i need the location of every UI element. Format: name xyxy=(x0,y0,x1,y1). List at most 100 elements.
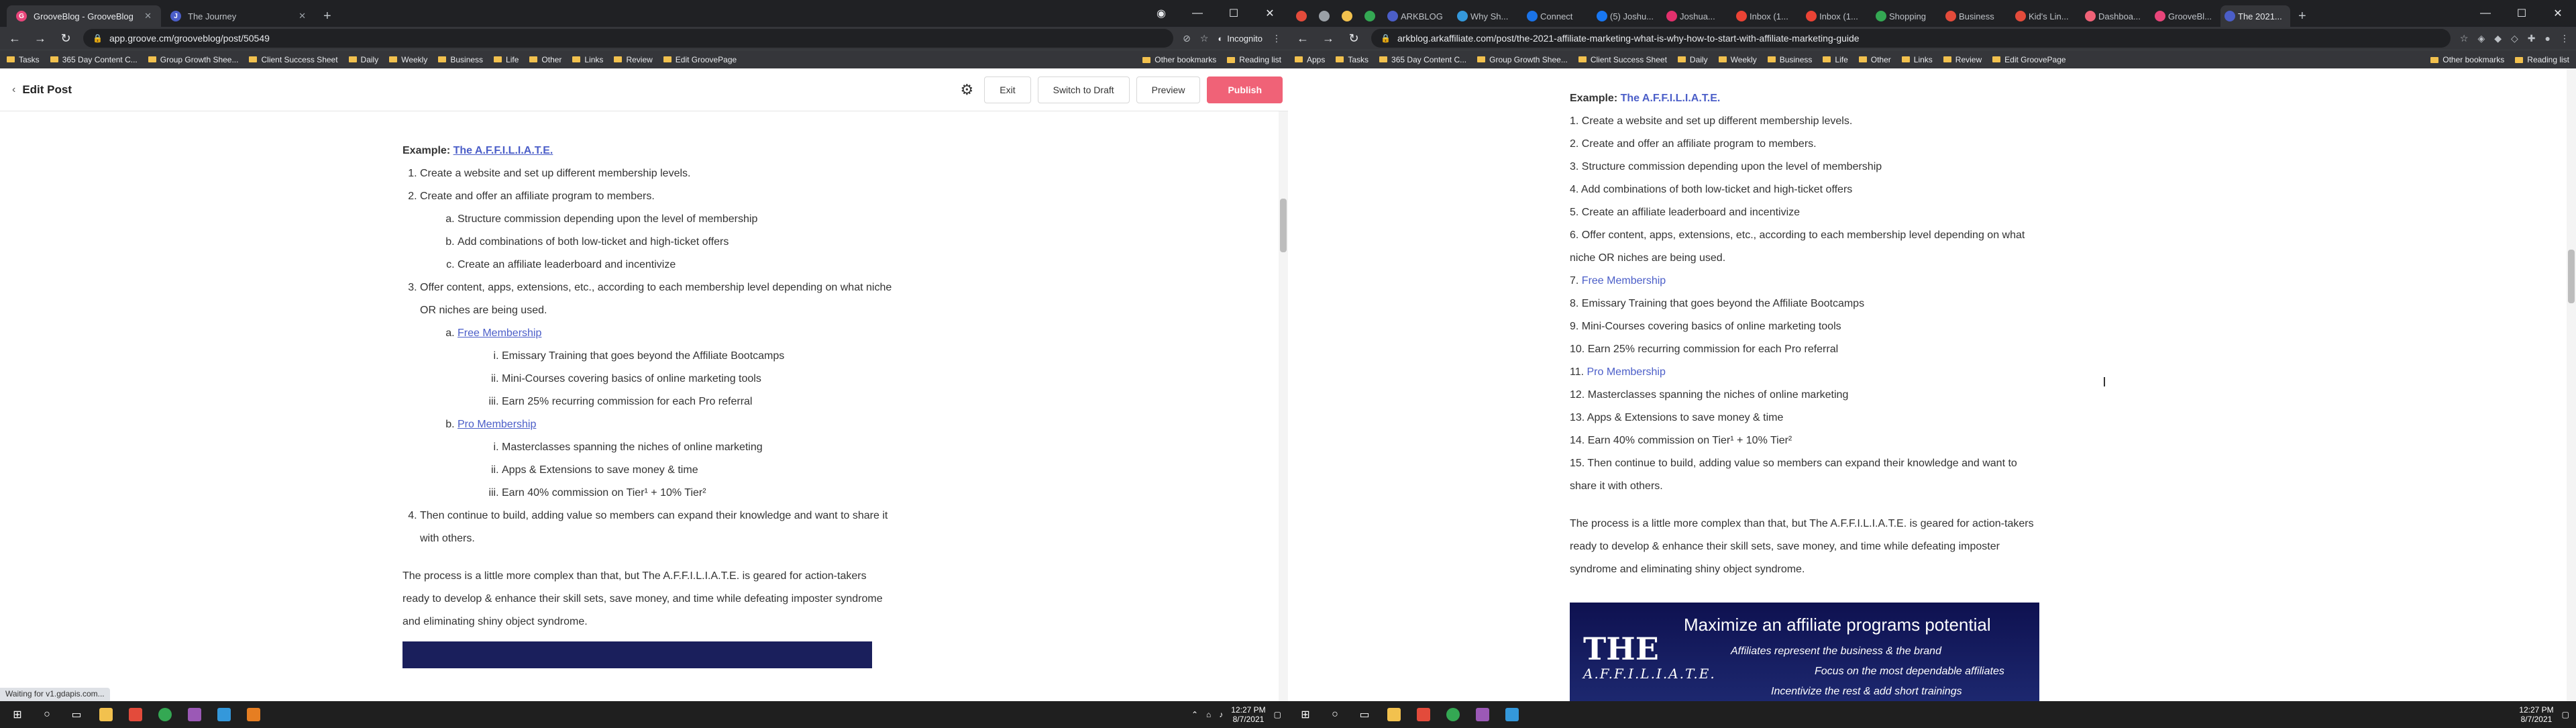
editor-scrollbar[interactable] xyxy=(1279,111,1288,701)
bookmark-item[interactable]: Review xyxy=(614,55,653,64)
reload-icon[interactable]: ↻ xyxy=(1346,32,1362,46)
address-bar[interactable]: 🔒 arkblog.arkaffiliate.com/post/the-2021… xyxy=(1371,29,2451,48)
bookmark-item[interactable]: Weekly xyxy=(1718,55,1757,64)
example-link[interactable]: The A.F.F.I.L.I.A.T.E. xyxy=(453,145,553,156)
bookmark-item[interactable]: Other bookmarks xyxy=(1142,55,1216,64)
extension-icon[interactable]: ◇ xyxy=(2511,33,2518,44)
browser-tab[interactable]: ARKBLOG xyxy=(1383,5,1453,27)
network-icon[interactable]: ⌂ xyxy=(1206,710,1211,719)
app-icon[interactable] xyxy=(1499,701,1525,728)
app-icon[interactable] xyxy=(181,701,208,728)
notification-icon[interactable]: ▢ xyxy=(2562,710,2569,719)
browser-tab[interactable]: Why Sh... xyxy=(1453,5,1523,27)
task-view-icon[interactable]: ▭ xyxy=(1351,701,1378,728)
windows-start-icon[interactable]: ⊞ xyxy=(4,701,31,728)
bookmark-item[interactable]: Reading list xyxy=(2515,55,2569,64)
bookmark-item[interactable]: Other xyxy=(529,55,561,64)
task-view-icon[interactable]: ▭ xyxy=(63,701,90,728)
app-icon[interactable] xyxy=(1410,701,1437,728)
extension-icon[interactable]: ◆ xyxy=(2494,33,2502,44)
bookmark-item[interactable]: Review xyxy=(1943,55,1982,64)
close-icon[interactable]: ✕ xyxy=(144,11,152,21)
close-window-icon[interactable]: ✕ xyxy=(1252,0,1288,27)
browser-tab[interactable]: Kid's Lin... xyxy=(2011,5,2081,27)
clock[interactable]: 12:27 PM 8/7/2021 xyxy=(2519,705,2553,724)
close-window-icon[interactable]: ✕ xyxy=(2540,0,2576,27)
file-explorer-icon[interactable] xyxy=(93,701,119,728)
search-icon[interactable]: ○ xyxy=(1322,701,1348,728)
bookmark-item[interactable]: Edit GroovePage xyxy=(1992,55,2066,64)
avatar[interactable]: ● xyxy=(2545,33,2551,44)
back-icon[interactable]: ← xyxy=(7,32,23,46)
bookmark-item[interactable]: 365 Day Content C... xyxy=(1379,55,1466,64)
bookmark-item[interactable]: Other bookmarks xyxy=(2430,55,2504,64)
app-icon[interactable] xyxy=(1469,701,1496,728)
clock[interactable]: 12:27 PM 8/7/2021 xyxy=(1231,705,1265,724)
search-icon[interactable]: ○ xyxy=(34,701,60,728)
windows-start-icon[interactable]: ⊞ xyxy=(1292,701,1319,728)
menu-icon[interactable]: ⋮ xyxy=(2560,33,2569,44)
bookmark-item[interactable]: Life xyxy=(494,55,519,64)
puzzle-icon[interactable]: ✚ xyxy=(2528,33,2536,44)
chevron-up-icon[interactable]: ⌃ xyxy=(1191,710,1198,719)
bookmark-star-icon[interactable]: ☆ xyxy=(1200,33,1209,44)
extension-icon[interactable]: ◈ xyxy=(2477,33,2485,44)
bookmark-item[interactable]: Client Success Sheet xyxy=(1578,55,1667,64)
browser-tab[interactable]: Business xyxy=(1941,5,2011,27)
bookmark-item[interactable]: Reading list xyxy=(1227,55,1281,64)
browser-tab[interactable]: Joshua... xyxy=(1662,5,1732,27)
profile-icon[interactable]: ◉ xyxy=(1143,0,1179,27)
close-icon[interactable]: ✕ xyxy=(299,11,306,21)
app-icon[interactable] xyxy=(240,701,267,728)
free-membership-link[interactable]: Free Membership xyxy=(1582,275,1666,287)
maximize-icon[interactable]: ☐ xyxy=(2504,0,2540,27)
chrome-icon[interactable] xyxy=(152,701,178,728)
preview-button[interactable]: Preview xyxy=(1136,76,1201,103)
app-icon[interactable] xyxy=(211,701,237,728)
eye-off-icon[interactable]: ⊘ xyxy=(1183,33,1191,44)
browser-tab[interactable] xyxy=(1338,5,1360,27)
back-icon[interactable]: ← xyxy=(1295,32,1311,46)
browser-tab[interactable]: Inbox (1... xyxy=(1732,5,1802,27)
address-bar[interactable]: 🔒 app.groove.cm/grooveblog/post/50549 xyxy=(83,29,1174,48)
bookmark-item[interactable]: Edit GroovePage xyxy=(663,55,737,64)
scroll-thumb[interactable] xyxy=(2568,250,2575,303)
gear-icon[interactable]: ⚙ xyxy=(961,81,974,99)
browser-tab[interactable] xyxy=(1292,5,1315,27)
browser-tab[interactable] xyxy=(1315,5,1338,27)
bookmark-item[interactable]: 365 Day Content C... xyxy=(50,55,138,64)
switch-to-draft-button[interactable]: Switch to Draft xyxy=(1037,76,1130,103)
bookmark-item[interactable]: Tasks xyxy=(7,55,40,64)
bookmark-item[interactable]: Daily xyxy=(348,55,378,64)
notification-icon[interactable]: ▢ xyxy=(1274,710,1281,719)
incognito-badge[interactable]: ◐ Incognito xyxy=(1218,34,1263,44)
bookmark-item[interactable]: Links xyxy=(572,55,603,64)
chrome-icon[interactable] xyxy=(1440,701,1466,728)
scroll-thumb[interactable] xyxy=(1280,199,1287,252)
browser-tab[interactable]: (5) Joshu... xyxy=(1593,5,1662,27)
membership-link[interactable]: Pro Membership xyxy=(458,419,536,430)
browser-tab[interactable]: Inbox (1... xyxy=(1802,5,1872,27)
browser-tab[interactable]: GrooveBl... xyxy=(2151,5,2220,27)
new-tab-button[interactable]: + xyxy=(315,5,339,27)
bookmark-item[interactable]: Daily xyxy=(1677,55,1708,64)
browser-tab[interactable]: Connect xyxy=(1523,5,1593,27)
pro-membership-link[interactable]: Pro Membership xyxy=(1587,366,1666,378)
minimize-icon[interactable]: — xyxy=(1179,0,1216,27)
bookmark-item[interactable]: Weekly xyxy=(389,55,427,64)
bookmark-star-icon[interactable]: ☆ xyxy=(2460,33,2469,44)
browser-tab[interactable]: The 2021... xyxy=(2220,5,2290,27)
bookmark-item[interactable]: Life xyxy=(1823,55,1848,64)
bookmark-item[interactable]: Apps xyxy=(1295,55,1325,64)
browser-tab[interactable]: Dashboa... xyxy=(2081,5,2151,27)
new-tab-button[interactable]: + xyxy=(2290,5,2314,27)
bookmark-item[interactable]: Links xyxy=(1901,55,1933,64)
reload-icon[interactable]: ↻ xyxy=(58,32,74,46)
exit-button[interactable]: Exit xyxy=(984,76,1031,103)
post-editor-content[interactable]: Example: The A.F.F.I.L.I.A.T.E. Create a … xyxy=(0,111,1279,701)
browser-tab[interactable]: Shopping xyxy=(1872,5,1941,27)
forward-icon[interactable]: → xyxy=(1320,32,1336,46)
volume-icon[interactable]: ♪ xyxy=(1219,710,1223,719)
publish-button[interactable]: Publish xyxy=(1207,76,1283,103)
bookmark-item[interactable]: Group Growth Shee... xyxy=(1477,55,1568,64)
